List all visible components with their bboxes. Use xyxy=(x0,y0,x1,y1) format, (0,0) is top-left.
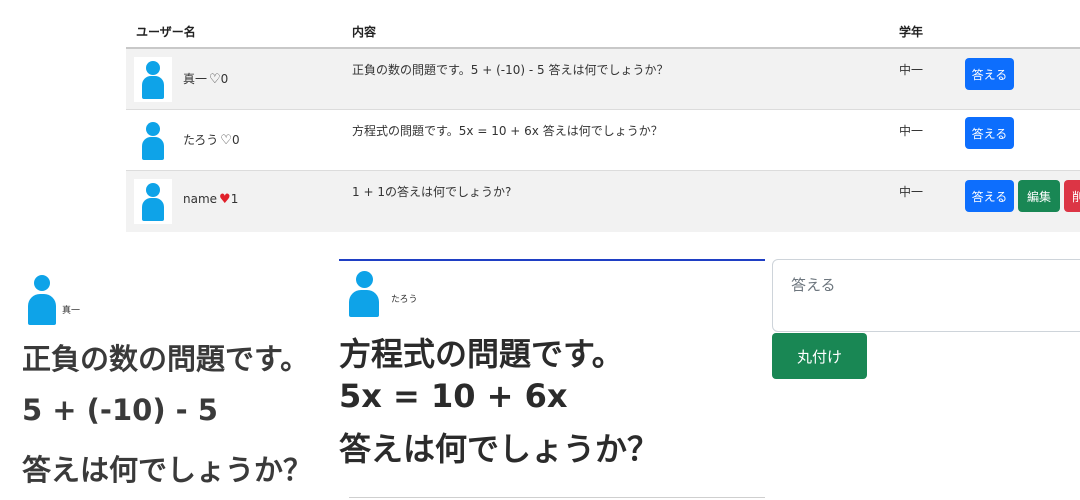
user-avatar-icon xyxy=(142,122,164,160)
username-text: たろう xyxy=(183,133,219,147)
panel-bottom-border xyxy=(349,497,765,498)
question-grade: 中一 xyxy=(899,63,924,77)
avatar xyxy=(134,118,172,163)
question-content: 方程式の問題です。5x = 10 + 6x 答えは何でしょうか？ xyxy=(352,124,663,138)
user-avatar-icon xyxy=(142,183,164,221)
edit-button[interactable]: 編集 xyxy=(1018,180,1060,212)
question-detail-middle: たろう 方程式の問題です。 5x = 10 + 6x 答えは何でしょうか？ xyxy=(339,259,765,500)
question-detail-left: 真一 正負の数の問題です。 5 + (-10) - 5 答えは何でしょうか？ xyxy=(0,263,342,500)
detail-line-3: 答えは何でしょうか？ xyxy=(339,430,660,468)
username-text: name xyxy=(183,192,218,206)
header-username: ユーザー名 xyxy=(136,25,196,39)
detail-username: たろう xyxy=(391,295,418,305)
heart-outline-icon[interactable]: ♡ xyxy=(220,133,232,148)
detail-line-1: 方程式の問題です。 xyxy=(339,335,624,373)
answer-button[interactable]: 答える xyxy=(965,117,1014,149)
heart-filled-icon[interactable]: ♥ xyxy=(219,192,231,207)
table-row: name ♥1 1 + 1の答えは何でしょうか? 中一 答える 編集 削 xyxy=(126,171,1080,232)
header-content: 内容 xyxy=(352,25,377,39)
answer-input[interactable]: 答える xyxy=(772,259,1080,332)
grade-submit-button[interactable]: 丸付け xyxy=(772,333,867,379)
username: name ♥1 xyxy=(183,192,238,207)
username: たろう ♡0 xyxy=(183,131,240,148)
detail-username: 真一 xyxy=(62,306,81,316)
table-row: たろう ♡0 方程式の問題です。5x = 10 + 6x 答えは何でしょうか？ 中… xyxy=(126,110,1080,171)
answer-button[interactable]: 答える xyxy=(965,58,1014,90)
user-avatar-icon xyxy=(142,61,164,99)
answer-form: 答える 丸付け xyxy=(771,259,1080,500)
like-count: 1 xyxy=(230,192,239,206)
question-grade: 中一 xyxy=(899,124,924,138)
detail-line-2: 5x = 10 + 6x xyxy=(339,377,568,415)
user-avatar-icon xyxy=(349,271,379,317)
like-count: 0 xyxy=(220,72,229,86)
heart-outline-icon[interactable]: ♡ xyxy=(209,72,221,87)
questions-table: ユーザー名 内容 学年 真一 ♡0 正負の数の問題です。5 + (-10) - 5… xyxy=(126,0,1080,232)
question-grade: 中一 xyxy=(899,185,924,199)
answer-placeholder: 答える xyxy=(791,276,836,294)
user-avatar-icon xyxy=(28,275,56,325)
answer-button[interactable]: 答える xyxy=(965,180,1014,212)
question-content: 1 + 1の答えは何でしょうか? xyxy=(352,185,512,199)
header-grade: 学年 xyxy=(899,25,924,39)
username: 真一 ♡0 xyxy=(183,70,228,87)
detail-line-2: 5 + (-10) - 5 xyxy=(22,393,218,427)
question-content: 正負の数の問題です。5 + (-10) - 5 答えは何でしょうか？ xyxy=(352,63,669,77)
username-text: 真一 xyxy=(183,72,208,86)
like-count: 0 xyxy=(231,133,240,147)
panel-top-border xyxy=(339,259,765,261)
avatar xyxy=(134,57,172,102)
delete-button[interactable]: 削 xyxy=(1064,180,1080,212)
table-row: 真一 ♡0 正負の数の問題です。5 + (-10) - 5 答えは何でしょうか？ … xyxy=(126,49,1080,110)
avatar xyxy=(134,179,172,224)
detail-line-1: 正負の数の問題です。 xyxy=(22,342,310,376)
detail-line-3: 答えは何でしょうか？ xyxy=(22,453,313,487)
